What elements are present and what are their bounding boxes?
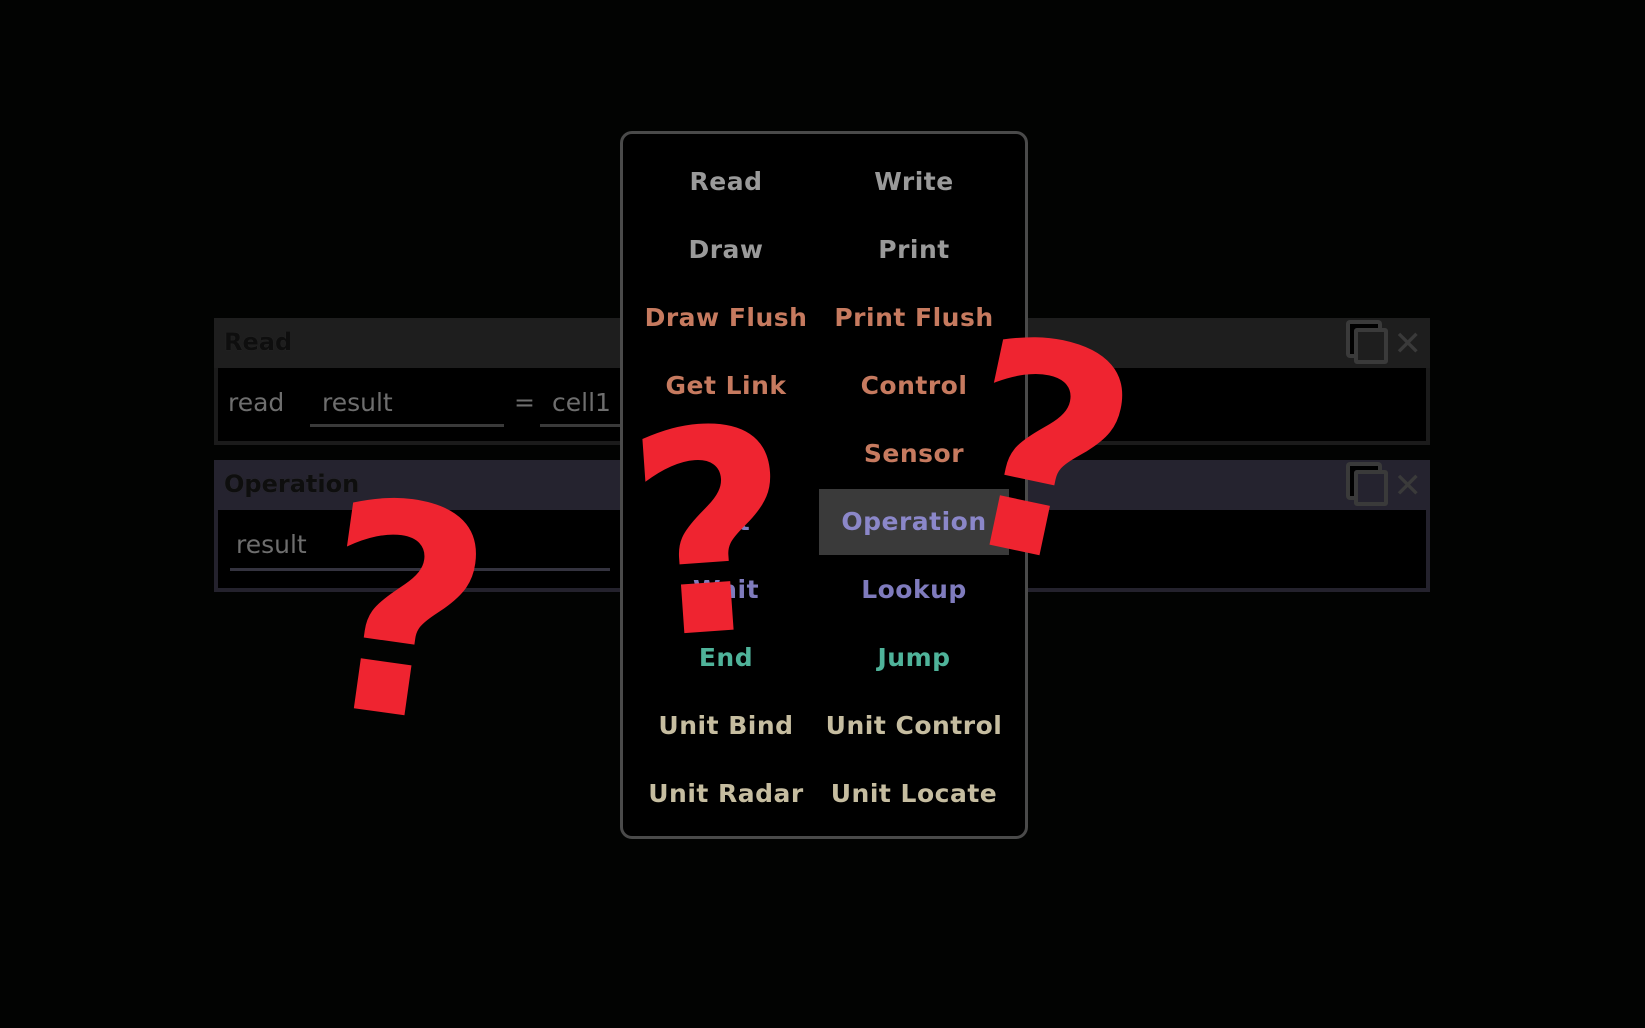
copy-icon[interactable]	[1353, 327, 1388, 364]
menu-item-write[interactable]: Write	[819, 149, 1009, 215]
question-mark-overlay: ?	[618, 366, 804, 704]
result-field[interactable]: result	[236, 530, 307, 559]
block-title: Read	[224, 328, 293, 356]
equals-label: =	[514, 388, 535, 417]
menu-item-print[interactable]: Print	[819, 217, 1009, 283]
menu-item-unit-locate[interactable]: Unit Locate	[819, 761, 1009, 827]
close-icon[interactable]: ✕	[1394, 324, 1423, 364]
output-field[interactable]: result	[322, 388, 393, 417]
menu-item-draw[interactable]: Draw	[631, 217, 821, 283]
copy-icon[interactable]	[1353, 469, 1388, 506]
menu-item-unit-radar[interactable]: Unit Radar	[631, 761, 821, 827]
menu-item-jump[interactable]: Jump	[819, 625, 1009, 691]
menu-item-print-flush[interactable]: Print Flush	[819, 285, 1009, 351]
menu-item-read[interactable]: Read	[631, 149, 821, 215]
menu-item-draw-flush[interactable]: Draw Flush	[631, 285, 821, 351]
read-keyword: read	[228, 388, 285, 417]
menu-item-unit-bind[interactable]: Unit Bind	[631, 693, 821, 759]
source-field[interactable]: cell1	[552, 388, 611, 417]
close-icon[interactable]: ✕	[1394, 466, 1423, 506]
menu-item-unit-control[interactable]: Unit Control	[819, 693, 1009, 759]
